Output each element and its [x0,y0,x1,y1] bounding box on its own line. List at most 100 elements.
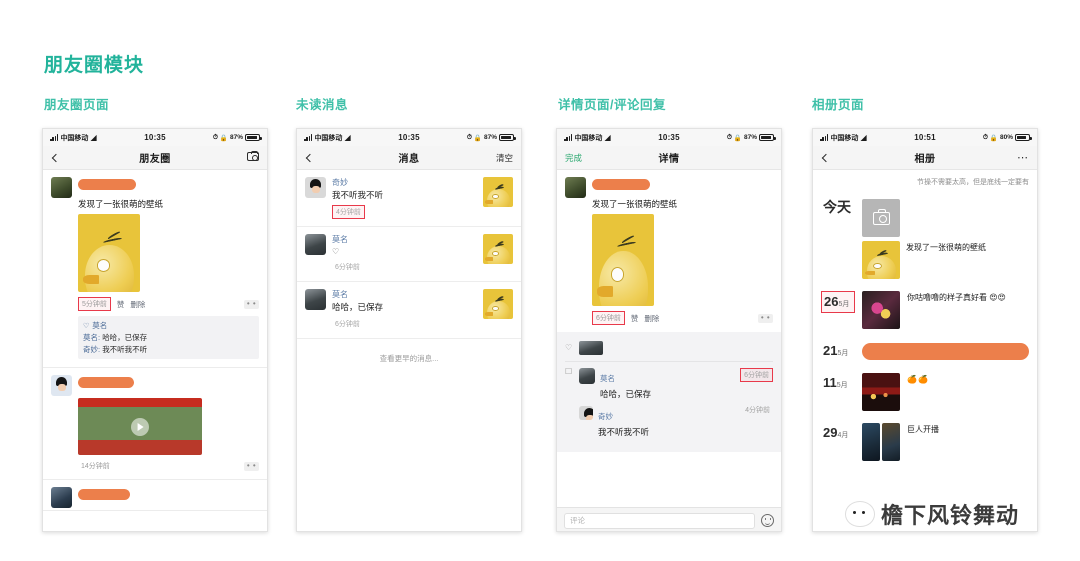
album-thumbnail[interactable] [862,291,900,329]
moments-feed[interactable]: 发现了一张很萌的壁纸 5分钟前 赞 删除 • • ♡ 莫名 莫名: 哈哈，已保存… [43,170,267,531]
comment-item[interactable]: ☐ 莫名 哈哈，已保存 6分钟前 [565,362,773,402]
post-meta-row: 6分钟前 赞 删除 • • [592,311,773,326]
page-title: 朋友圈模块 [44,55,145,76]
avatar[interactable] [579,406,593,421]
reply-author[interactable]: 奇妙 [598,412,613,421]
phone-mockup-messages: 中国移动 ◢ 10:35 ⏱ 🔒 87% 消息 清空 奇妙 我不听我不听 4分钟… [296,128,522,532]
more-button[interactable]: ⋯ [1017,152,1029,163]
album-thumbnail[interactable] [862,373,900,411]
avatar[interactable] [51,177,72,198]
play-icon [137,422,144,431]
comment-author[interactable]: 奇妙: [83,345,100,354]
post-time-highlight: 5分钟前 [78,297,111,312]
message-thumbnail[interactable] [483,289,513,320]
comment-input[interactable]: 评论 [564,512,755,529]
album-thumbnail[interactable] [862,423,900,461]
message-time: 6分钟前 [335,264,360,272]
camera-placeholder[interactable] [862,199,900,237]
more-button[interactable]: • • [758,313,773,323]
delete-action[interactable]: 删除 [130,299,145,310]
author-name-redacted [78,489,130,501]
album-day: 29 [823,425,838,440]
album-thumbnail[interactable] [862,241,900,279]
comment-text: 我不听我不听 [102,345,148,355]
battery-icon [1015,134,1032,141]
chevron-left-icon [51,153,61,162]
comment-author[interactable]: 莫名 [600,374,615,383]
comment-author[interactable]: 莫名: [83,333,100,342]
post-text: 发现了一张很萌的壁纸 [78,199,164,209]
avatar[interactable] [565,177,586,198]
more-button[interactable]: • • [244,299,259,309]
alarm-icon: ⏱ [466,133,472,141]
post-video[interactable] [78,398,202,456]
avatar[interactable] [51,487,72,509]
avatar[interactable] [51,375,72,397]
camera-button[interactable] [247,150,259,163]
phone-mockup-moments: 中国移动 ◢ 10:35 ⏱ 🔒 87% 朋友圈 发现了一张很萌的壁纸 5分钟前… [42,128,268,532]
album-date: 215月 [821,341,855,361]
avatar[interactable] [305,177,326,198]
album-body[interactable]: 节操不需要太高，但是底线一定要有 今天 发现了一张很萌的壁纸 265月 你咕噜噜… [813,170,1037,531]
message-thumbnail[interactable] [483,177,513,207]
album-row[interactable]: 294月 巨人开播 [813,419,1037,469]
clock-label: 10:35 [658,133,680,142]
avatar[interactable] [579,368,595,385]
back-button[interactable] [821,153,831,163]
album-row[interactable]: 215月 [813,337,1037,369]
comment-item[interactable]: 奇妙: 我不听我不听 [83,345,254,355]
status-bar: 中国移动 ◢ 10:51 ⏱ 🔒 80% [813,129,1037,146]
message-time-highlight: 4分钟前 [332,205,365,220]
back-button[interactable] [305,153,315,163]
done-button[interactable]: 完成 [565,152,582,164]
moment-post[interactable]: 14分钟前 • • [43,368,267,481]
redacted-content [862,343,1029,360]
comment-time-highlight: 6分钟前 [740,368,773,383]
album-caption: 你咕噜噜的样子真好看 😍😍 [907,293,1006,302]
list-item[interactable]: 莫名 哈哈，已保存 6分钟前 [297,282,521,340]
like-action[interactable]: 赞 [117,299,125,310]
carrier-label: 中国移动 [314,134,343,142]
album-row[interactable]: 今天 发现了一张很萌的壁纸 [813,195,1037,287]
liker-name[interactable]: 莫名 [92,320,107,331]
lock-icon: 🔒 [473,134,482,142]
nav-bar-moments: 朋友圈 [43,146,267,170]
album-day: 今天 [823,199,851,215]
comment-item[interactable]: 莫名: 哈哈，已保存 [83,333,254,343]
detail-body[interactable]: 发现了一张很萌的壁纸 6分钟前 赞 删除 • • ♡ ☐ 莫名 哈哈，已保存 6… [557,170,781,531]
battery-percent-label: 87% [483,134,497,141]
comment-reply-item[interactable]: 奇妙 我不听我不听 4分钟前 [565,402,773,444]
comment-box: ♡ 莫名 莫名: 哈哈，已保存 奇妙: 我不听我不听 [78,316,259,360]
like-action[interactable]: 赞 [631,313,639,324]
avatar[interactable] [305,289,326,311]
moment-post[interactable]: 发现了一张很萌的壁纸 5分钟前 赞 删除 • • ♡ 莫名 莫名: 哈哈，已保存… [43,170,267,369]
load-more-button[interactable]: 查看更早的消息... [297,339,521,374]
post-image[interactable] [592,214,654,307]
album-row[interactable]: 265月 你咕噜噜的样子真好看 😍😍 [813,287,1037,337]
album-date: 115月 [821,373,855,393]
post-image[interactable] [78,214,140,293]
album-caption: 发现了一张很萌的壁纸 [906,243,986,252]
album-row[interactable]: 115月 🍊🍊 [813,369,1037,419]
lock-icon: 🔒 [989,134,998,142]
back-button[interactable] [51,153,61,163]
more-button[interactable]: • • [244,461,259,471]
wifi-icon: ◢ [860,132,867,142]
delete-action[interactable]: 删除 [644,313,659,324]
message-thumbnail[interactable] [483,234,513,265]
liker-avatar[interactable] [579,341,603,356]
carrier-label: 中国移动 [574,134,603,142]
avatar[interactable] [305,234,326,256]
nav-title: 相册 [914,154,936,165]
post-time: 14分钟前 [81,463,110,471]
section-label-moments: 朋友圈页面 [44,98,110,112]
list-item[interactable]: 奇妙 我不听我不听 4分钟前 [297,170,521,228]
smiley-icon[interactable] [761,514,774,527]
likes-row[interactable]: ♡ [565,336,773,363]
watermark-text: 檐下风铃舞动 [881,503,1020,529]
clear-button[interactable]: 清空 [496,152,513,164]
message-text: 哈哈，已保存 [332,302,384,313]
list-item[interactable]: 莫名 ♡ 6分钟前 [297,227,521,283]
message-list[interactable]: 奇妙 我不听我不听 4分钟前 莫名 ♡ 6分钟前 莫名 哈哈，已保存 6分钟前 … [297,170,521,531]
moment-post[interactable] [43,480,267,512]
